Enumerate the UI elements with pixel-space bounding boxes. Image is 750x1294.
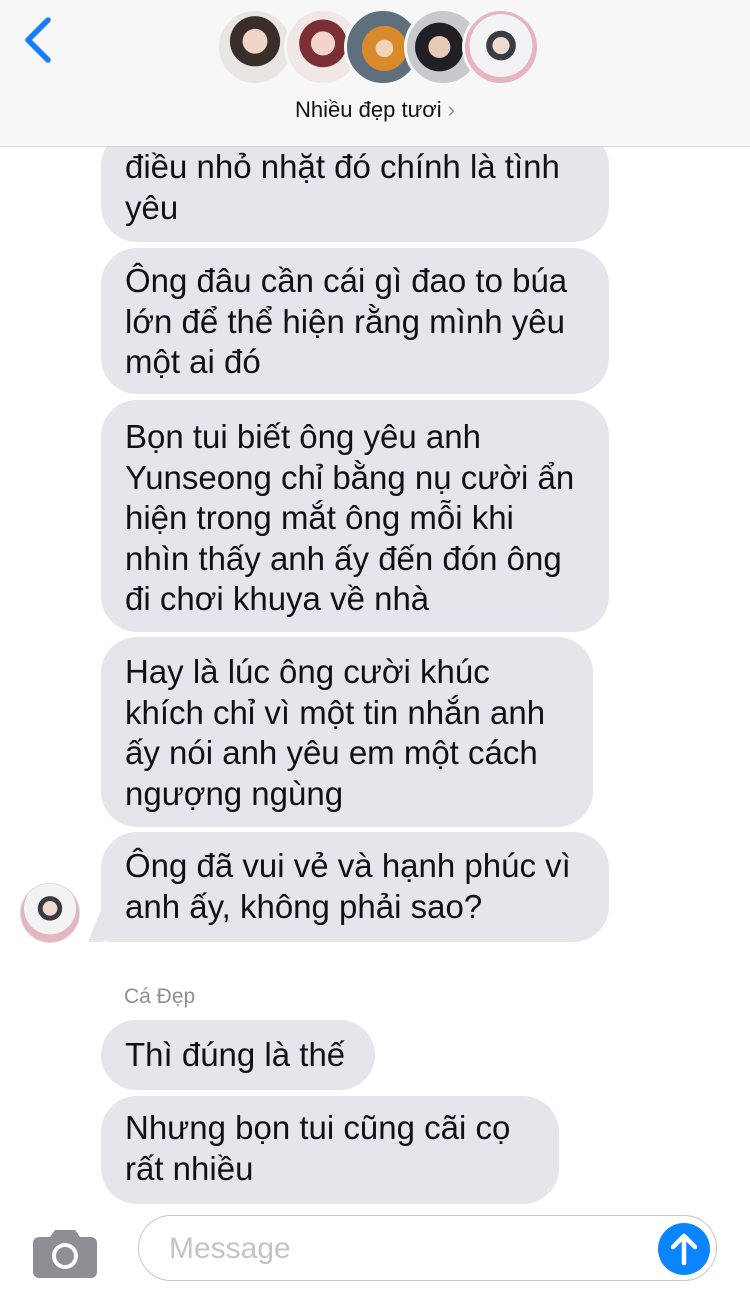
composer-bar [0,1205,750,1294]
message-input[interactable] [167,1226,641,1272]
chevron-right-icon: › [447,97,455,122]
chevron-left-icon [25,17,51,63]
message-list[interactable]: điều nhỏ nhặt đó chính là tình yêu Ông đ… [0,0,750,1294]
member-avatar [216,8,294,86]
sender-avatar[interactable] [20,883,80,943]
message-bubble[interactable]: Ông đâu cần cái gì đao to búa lớn để thể… [101,248,609,394]
group-name: Nhiều đẹp tươi [295,97,442,122]
group-avatars[interactable] [216,8,540,90]
message-bubble[interactable]: Bọn tui biết ông yêu anh Yunseong chỉ bằ… [101,400,609,632]
group-name-button[interactable]: Nhiều đẹp tươi › [0,97,750,123]
conversation-header: Nhiều đẹp tươi › [0,0,750,147]
message-bubble[interactable]: Nhưng bọn tui cũng cãi cọ rất nhiều [101,1096,559,1204]
message-bubble[interactable]: Hay là lúc ông cười khúc khích chỉ vì mộ… [101,637,593,827]
send-button[interactable] [658,1223,710,1275]
sender-name: Cá Đẹp [124,985,196,1008]
message-bubble[interactable]: Ông đã vui vẻ và hạnh phúc vì anh ấy, kh… [101,832,609,942]
chat-screen: điều nhỏ nhặt đó chính là tình yêu Ông đ… [0,0,750,1294]
member-avatar [462,8,540,86]
message-bubble[interactable]: Thì đúng là thế [101,1020,375,1090]
message-field[interactable] [138,1215,717,1281]
camera-button[interactable] [33,1226,97,1278]
camera-icon [33,1230,97,1278]
arrow-up-icon [670,1233,698,1266]
back-button[interactable] [18,14,62,68]
